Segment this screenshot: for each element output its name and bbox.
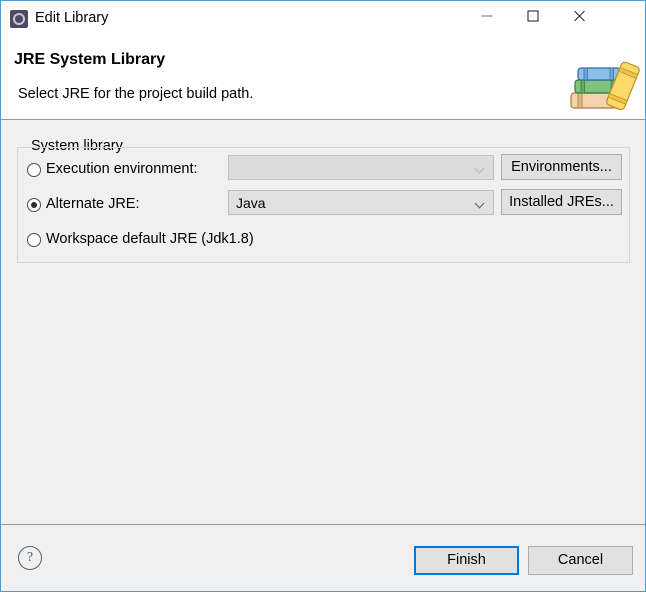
help-question-icon[interactable]: ?: [18, 546, 42, 570]
environments-button[interactable]: Environments...: [501, 154, 622, 180]
radio-alternate-jre[interactable]: [27, 198, 41, 212]
label-alternate-jre: Alternate JRE:: [46, 196, 140, 212]
window-title: Edit Library: [35, 10, 108, 26]
dialog-footer: ? Finish Cancel: [1, 524, 645, 591]
label-execution-environment: Execution environment:: [46, 161, 198, 177]
library-gear-icon: [10, 10, 28, 28]
dialog-content: System library Execution environment: En…: [1, 120, 645, 524]
close-icon[interactable]: [556, 1, 602, 31]
radio-workspace-default-jre[interactable]: [27, 233, 41, 247]
dialog-header: JRE System Library Select JRE for the pr…: [1, 37, 645, 120]
chevron-down-icon: [476, 200, 484, 208]
cancel-button[interactable]: Cancel: [528, 546, 633, 575]
edit-library-dialog: Edit Library JRE System Library Select J…: [0, 0, 646, 592]
combo-execution-environment[interactable]: [228, 155, 494, 180]
minimize-icon[interactable]: [464, 1, 510, 31]
radio-execution-environment[interactable]: [27, 163, 41, 177]
finish-button[interactable]: Finish: [414, 546, 519, 575]
chevron-down-icon: [476, 165, 484, 173]
page-description: Select JRE for the project build path.: [18, 86, 253, 102]
combo-alternate-jre-value: Java: [236, 195, 266, 211]
installed-jres-button[interactable]: Installed JREs...: [501, 189, 622, 215]
title-bar: Edit Library: [1, 1, 645, 37]
combo-alternate-jre[interactable]: Java: [228, 190, 494, 215]
label-workspace-default-jre: Workspace default JRE (Jdk1.8): [46, 231, 254, 247]
maximize-icon[interactable]: [510, 1, 556, 31]
books-stack-icon: [561, 49, 643, 115]
page-title: JRE System Library: [14, 51, 165, 69]
